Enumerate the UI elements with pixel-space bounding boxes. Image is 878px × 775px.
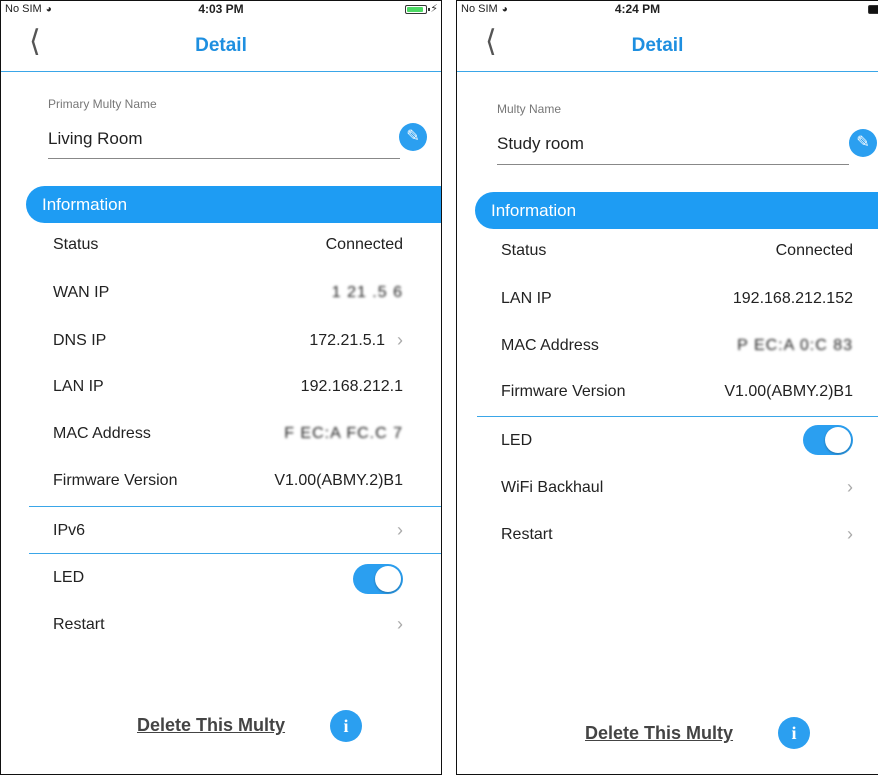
- row-mac-address: MAC Address F EC:A FC.C 7: [53, 412, 403, 458]
- row-lan-ip: LAN IP 192.168.212.1: [53, 365, 403, 411]
- row-label: Firmware Version: [501, 383, 626, 400]
- row-label: MAC Address: [501, 337, 599, 354]
- row-lan-ip: LAN IP 192.168.212.152: [501, 277, 853, 323]
- chevron-right-icon: ›: [847, 477, 853, 497]
- row-label: LED: [501, 432, 533, 449]
- row-restart[interactable]: Restart ›: [501, 513, 853, 559]
- row-label: Status: [501, 242, 547, 259]
- row-wifi-backhaul[interactable]: WiFi Backhaul ›: [501, 466, 853, 512]
- row-ipv6[interactable]: IPv6 ›: [53, 509, 403, 555]
- page-title: Detail: [631, 35, 684, 56]
- row-label: IPv6: [53, 522, 86, 539]
- row-label: Status: [53, 236, 99, 253]
- row-dns-ip[interactable]: DNS IP 172.21.5.1 ›: [53, 319, 403, 365]
- charging-icon: ⚡: [430, 3, 438, 15]
- delete-multy-link[interactable]: Delete This Multy: [137, 715, 285, 736]
- row-value: 1 21 .5 6: [331, 284, 403, 301]
- status-bar: No SIM ◕ 4:03 PM ⚡: [1, 1, 441, 17]
- row-value: V1.00(ABMY.2)B1: [274, 472, 403, 489]
- toggle-knob: [375, 566, 401, 592]
- nav-bar: ⟨ Detail: [1, 19, 441, 72]
- row-firmware-version: Firmware Version V1.00(ABMY.2)B1: [501, 370, 853, 416]
- info-icon[interactable]: i: [330, 710, 362, 742]
- name-underline: [48, 158, 400, 159]
- led-toggle[interactable]: [353, 564, 403, 594]
- row-restart[interactable]: Restart ›: [53, 603, 403, 649]
- chevron-right-icon: ›: [847, 524, 853, 544]
- row-wan-ip: WAN IP 1 21 .5 6: [53, 271, 403, 317]
- row-label: WAN IP: [53, 284, 110, 301]
- row-mac-address: MAC Address P EC:A 0:C 83: [501, 324, 853, 370]
- row-label: Firmware Version: [53, 472, 178, 489]
- row-value: 192.168.212.1: [300, 378, 403, 395]
- chevron-right-icon: ›: [397, 614, 403, 634]
- row-label: LAN IP: [501, 290, 552, 307]
- status-bar: No SIM ◕ 4:24 PM: [457, 1, 878, 17]
- row-label: LED: [53, 569, 85, 586]
- led-toggle[interactable]: [803, 425, 853, 455]
- delete-multy-link[interactable]: Delete This Multy: [585, 723, 733, 744]
- row-value: 192.168.212.152: [732, 290, 853, 307]
- section-information: Information: [26, 186, 441, 223]
- row-label: DNS IP: [53, 332, 107, 349]
- phone-screen-left: No SIM ◕ 4:03 PM ⚡ ⟨ Detail Primary Multy…: [0, 0, 442, 775]
- battery-icon: [405, 5, 430, 14]
- name-label: Primary Multy Name: [48, 97, 157, 111]
- edit-icon[interactable]: ✎: [849, 129, 877, 157]
- section-information: Information: [475, 192, 878, 229]
- divider: [29, 553, 441, 554]
- chevron-right-icon: ›: [397, 520, 403, 540]
- row-firmware-version: Firmware Version V1.00(ABMY.2)B1: [53, 459, 403, 505]
- row-value: P EC:A 0:C 83: [737, 337, 853, 354]
- nav-bar: ⟨ Detail: [457, 19, 878, 72]
- row-status: Status Connected: [501, 229, 853, 275]
- row-status: Status Connected: [53, 223, 403, 269]
- info-icon[interactable]: i: [778, 717, 810, 749]
- chevron-right-icon: ›: [397, 330, 403, 350]
- row-label: LAN IP: [53, 378, 104, 395]
- row-value: F EC:A FC.C 7: [284, 425, 403, 442]
- name-underline: [497, 164, 849, 165]
- row-label: WiFi Backhaul: [501, 479, 604, 496]
- row-value: Connected: [325, 236, 403, 253]
- clock: 4:24 PM: [614, 2, 661, 16]
- name-value[interactable]: Living Room: [48, 129, 143, 149]
- edit-icon[interactable]: ✎: [399, 123, 427, 151]
- name-label: Multy Name: [497, 102, 562, 116]
- clock: 4:03 PM: [198, 2, 244, 16]
- page-title: Detail: [195, 35, 247, 56]
- phone-screen-right: No SIM ◕ 4:24 PM ⟨ Detail Multy Name Stud…: [456, 0, 878, 775]
- row-value: Connected: [775, 242, 853, 259]
- row-label: Restart: [501, 526, 553, 543]
- divider: [477, 416, 878, 417]
- row-led: LED: [501, 419, 853, 465]
- toggle-knob: [825, 427, 851, 453]
- battery-icon: [868, 5, 878, 14]
- row-label: MAC Address: [53, 425, 151, 442]
- divider: [29, 506, 441, 507]
- row-value: V1.00(ABMY.2)B1: [724, 383, 853, 400]
- row-led: LED: [53, 556, 403, 602]
- name-value[interactable]: Study room: [497, 134, 584, 154]
- row-label: Restart: [53, 616, 105, 633]
- row-value: 172.21.5.1: [309, 332, 385, 349]
